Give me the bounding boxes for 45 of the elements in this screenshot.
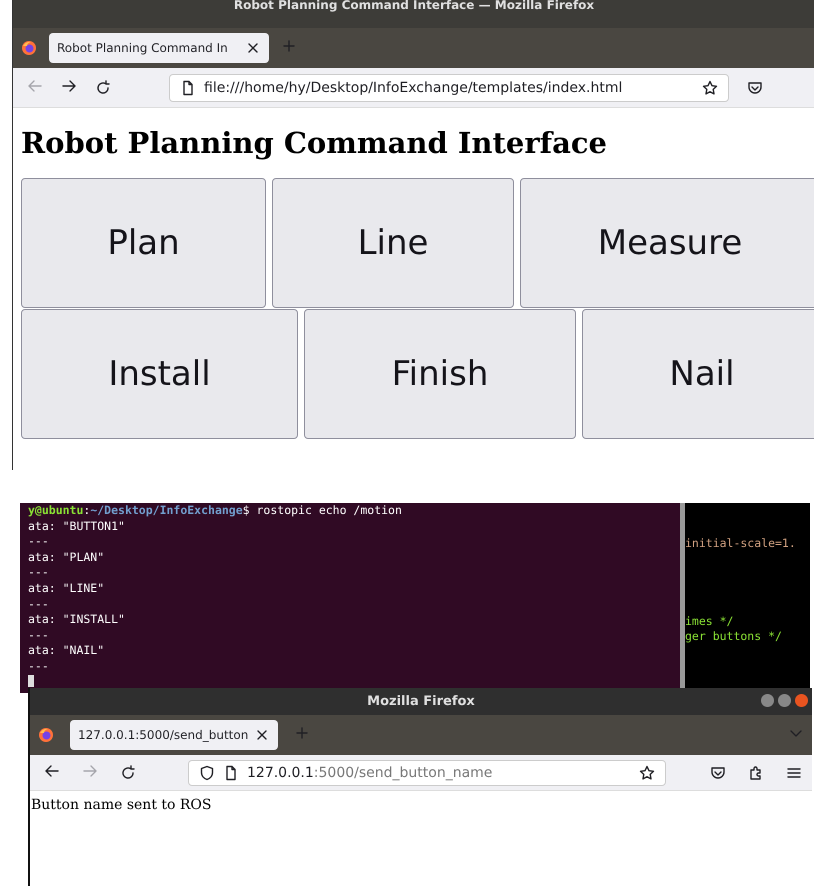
command-button[interactable]: Measure (520, 178, 814, 308)
close-button[interactable] (795, 694, 808, 707)
firefox-logo-icon[interactable] (21, 40, 37, 56)
terminal-line: --- (28, 596, 50, 612)
code-line: imes */ (685, 614, 734, 630)
browser-tab[interactable]: 127.0.0.1:5000/send_button (70, 720, 278, 750)
reload-icon[interactable] (95, 80, 111, 96)
address-bar[interactable]: 127.0.0.1:5000/send_button_name (188, 760, 666, 786)
browser-tab[interactable]: Robot Planning Command In (49, 33, 269, 63)
star-icon[interactable] (639, 764, 655, 780)
command-button[interactable]: Plan (21, 178, 266, 308)
terminal-line: --- (28, 534, 50, 550)
terminal-line: ata: "NAIL" (28, 643, 106, 659)
back-arrow-icon[interactable] (44, 762, 60, 778)
tab-title: Robot Planning Command In (57, 41, 229, 55)
address-bar[interactable]: file:///home/hy/Desktop/InfoExchange/templates/index.html (169, 74, 729, 102)
terminal-line: ata: "BUTTON1" (28, 518, 126, 534)
window-title: Robot Planning Command Interface — Mozilla Firefox (234, 0, 594, 12)
shield-icon (199, 764, 215, 780)
command-button[interactable]: Line (272, 178, 514, 308)
pocket-icon[interactable] (747, 80, 763, 96)
terminal-line: ata: "INSTALL" (28, 612, 126, 628)
reload-icon[interactable] (120, 764, 136, 780)
terminal-prompt: y@ubuntu:~/Desktop/InfoExchange$ rostopic echo /motion (28, 503, 403, 519)
window-title: Mozilla Firefox (367, 694, 475, 709)
minimize-button[interactable] (761, 694, 774, 707)
page-heading: Robot Planning Command Interface (21, 126, 608, 160)
command-button[interactable]: Install (21, 309, 298, 439)
forward-arrow-icon[interactable] (61, 78, 77, 94)
terminal-line: --- (28, 565, 50, 581)
terminal-cursor (28, 674, 34, 687)
terminal-line: --- (28, 628, 50, 644)
code-line: initial-scale=1. (685, 536, 797, 552)
page-text: Button name sent to ROS (30, 796, 213, 813)
terminal-line: ata: "PLAN" (28, 550, 106, 566)
maximize-button[interactable] (778, 694, 791, 707)
code-line: ger buttons */ (685, 629, 783, 645)
pocket-icon[interactable] (710, 764, 726, 780)
tab-title: 127.0.0.1:5000/send_button (78, 728, 248, 742)
terminal-line: --- (28, 658, 50, 675)
command-button[interactable]: Nail (582, 309, 814, 439)
command-button[interactable]: Finish (304, 309, 576, 439)
star-icon[interactable] (702, 80, 718, 96)
terminal-line: ata: "LINE" (28, 580, 106, 597)
firefox-logo-icon[interactable] (38, 727, 54, 743)
